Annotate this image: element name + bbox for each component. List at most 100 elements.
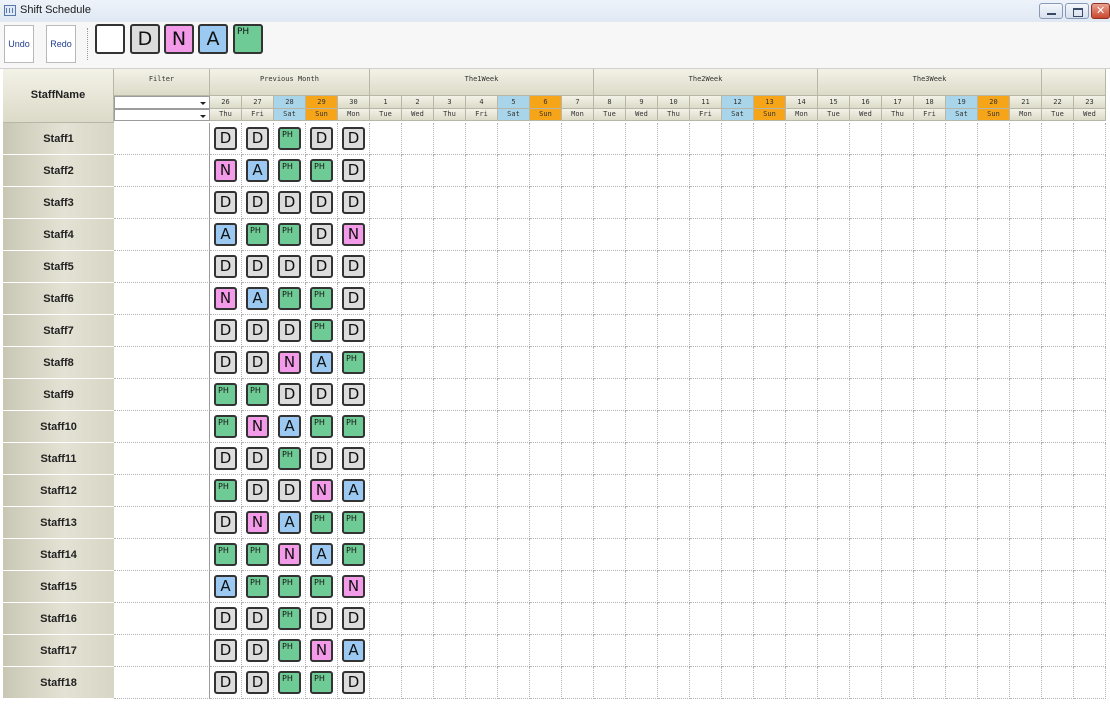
schedule-cell[interactable]: PH xyxy=(338,347,370,379)
day-number-header[interactable]: 20 xyxy=(978,96,1010,109)
schedule-cell[interactable] xyxy=(530,315,562,347)
schedule-cell[interactable] xyxy=(370,571,402,603)
schedule-cell[interactable] xyxy=(754,219,786,251)
schedule-cell[interactable] xyxy=(562,411,594,443)
staff-name-cell[interactable]: Staff8 xyxy=(3,347,114,379)
shift-badge[interactable]: PH xyxy=(214,383,237,406)
schedule-cell[interactable]: D xyxy=(242,315,274,347)
schedule-cell[interactable] xyxy=(882,667,914,699)
schedule-cell[interactable] xyxy=(882,411,914,443)
day-number-header[interactable]: 2 xyxy=(402,96,434,109)
schedule-cell[interactable] xyxy=(434,571,466,603)
schedule-cell[interactable] xyxy=(978,507,1010,539)
schedule-cell[interactable]: D xyxy=(306,187,338,219)
schedule-cell[interactable] xyxy=(818,539,850,571)
staff-name-cell[interactable]: Staff15 xyxy=(3,571,114,603)
schedule-cell[interactable] xyxy=(466,379,498,411)
palette-shift-a[interactable]: A xyxy=(198,24,228,54)
schedule-cell[interactable] xyxy=(466,507,498,539)
schedule-cell[interactable]: D xyxy=(210,443,242,475)
schedule-cell[interactable] xyxy=(818,379,850,411)
schedule-cell[interactable] xyxy=(1074,315,1106,347)
schedule-cell[interactable] xyxy=(914,603,946,635)
schedule-cell[interactable]: PH xyxy=(210,539,242,571)
shift-badge[interactable]: PH xyxy=(310,287,333,310)
schedule-cell[interactable] xyxy=(562,507,594,539)
schedule-cell[interactable] xyxy=(658,539,690,571)
schedule-cell[interactable] xyxy=(786,187,818,219)
schedule-cell[interactable] xyxy=(946,539,978,571)
staff-name-cell[interactable]: Staff16 xyxy=(3,603,114,635)
schedule-cell[interactable] xyxy=(786,123,818,155)
schedule-cell[interactable] xyxy=(1042,507,1074,539)
schedule-cell[interactable] xyxy=(498,667,530,699)
palette-shift-d[interactable]: D xyxy=(130,24,160,54)
schedule-cell[interactable] xyxy=(1010,475,1042,507)
day-number-header[interactable]: 18 xyxy=(914,96,946,109)
schedule-cell[interactable] xyxy=(946,347,978,379)
schedule-cell[interactable] xyxy=(1042,283,1074,315)
schedule-cell[interactable] xyxy=(946,251,978,283)
schedule-cell[interactable] xyxy=(754,283,786,315)
schedule-cell[interactable] xyxy=(786,571,818,603)
schedule-cell[interactable] xyxy=(1042,443,1074,475)
schedule-cell[interactable] xyxy=(402,283,434,315)
shift-badge[interactable]: PH xyxy=(246,383,269,406)
schedule-cell[interactable] xyxy=(530,155,562,187)
schedule-cell[interactable] xyxy=(1042,603,1074,635)
shift-badge[interactable]: D xyxy=(342,191,365,214)
schedule-cell[interactable] xyxy=(370,379,402,411)
schedule-cell[interactable]: D xyxy=(338,603,370,635)
shift-badge[interactable]: D xyxy=(342,127,365,150)
schedule-cell[interactable] xyxy=(594,603,626,635)
shift-badge[interactable]: D xyxy=(246,255,269,278)
schedule-cell[interactable] xyxy=(498,283,530,315)
shift-badge[interactable]: D xyxy=(310,191,333,214)
schedule-cell[interactable] xyxy=(786,539,818,571)
schedule-cell[interactable] xyxy=(434,603,466,635)
schedule-cell[interactable]: D xyxy=(210,667,242,699)
schedule-cell[interactable] xyxy=(946,155,978,187)
schedule-cell[interactable] xyxy=(722,635,754,667)
schedule-cell[interactable] xyxy=(466,571,498,603)
schedule-cell[interactable] xyxy=(914,347,946,379)
shift-badge[interactable]: D xyxy=(278,255,301,278)
schedule-cell[interactable] xyxy=(594,507,626,539)
schedule-cell[interactable] xyxy=(722,507,754,539)
schedule-cell[interactable] xyxy=(402,411,434,443)
schedule-cell[interactable]: D xyxy=(338,667,370,699)
shift-badge[interactable]: D xyxy=(246,479,269,502)
schedule-cell[interactable] xyxy=(434,443,466,475)
schedule-cell[interactable] xyxy=(626,347,658,379)
schedule-cell[interactable] xyxy=(498,635,530,667)
staff-name-cell[interactable]: Staff12 xyxy=(3,475,114,507)
schedule-cell[interactable] xyxy=(466,411,498,443)
schedule-cell[interactable] xyxy=(498,155,530,187)
schedule-cell[interactable] xyxy=(626,443,658,475)
schedule-cell[interactable] xyxy=(434,155,466,187)
schedule-cell[interactable]: D xyxy=(338,123,370,155)
shift-badge[interactable]: A xyxy=(342,639,365,662)
schedule-cell[interactable] xyxy=(466,187,498,219)
schedule-cell[interactable] xyxy=(754,603,786,635)
schedule-cell[interactable] xyxy=(722,571,754,603)
schedule-cell[interactable] xyxy=(946,219,978,251)
schedule-cell[interactable] xyxy=(626,379,658,411)
schedule-cell[interactable]: A xyxy=(338,475,370,507)
schedule-cell[interactable] xyxy=(658,155,690,187)
shift-badge[interactable]: PH xyxy=(214,415,237,438)
schedule-cell[interactable] xyxy=(530,507,562,539)
schedule-cell[interactable] xyxy=(722,123,754,155)
schedule-cell[interactable] xyxy=(722,475,754,507)
shift-badge[interactable]: A xyxy=(310,543,333,566)
schedule-cell[interactable] xyxy=(850,315,882,347)
staff-name-cell[interactable]: Staff6 xyxy=(3,283,114,315)
schedule-cell[interactable] xyxy=(1074,123,1106,155)
schedule-cell[interactable] xyxy=(882,571,914,603)
schedule-cell[interactable] xyxy=(786,251,818,283)
schedule-cell[interactable]: D xyxy=(210,603,242,635)
schedule-cell[interactable] xyxy=(658,315,690,347)
schedule-cell[interactable] xyxy=(466,539,498,571)
schedule-cell[interactable] xyxy=(850,539,882,571)
schedule-cell[interactable]: D xyxy=(210,507,242,539)
